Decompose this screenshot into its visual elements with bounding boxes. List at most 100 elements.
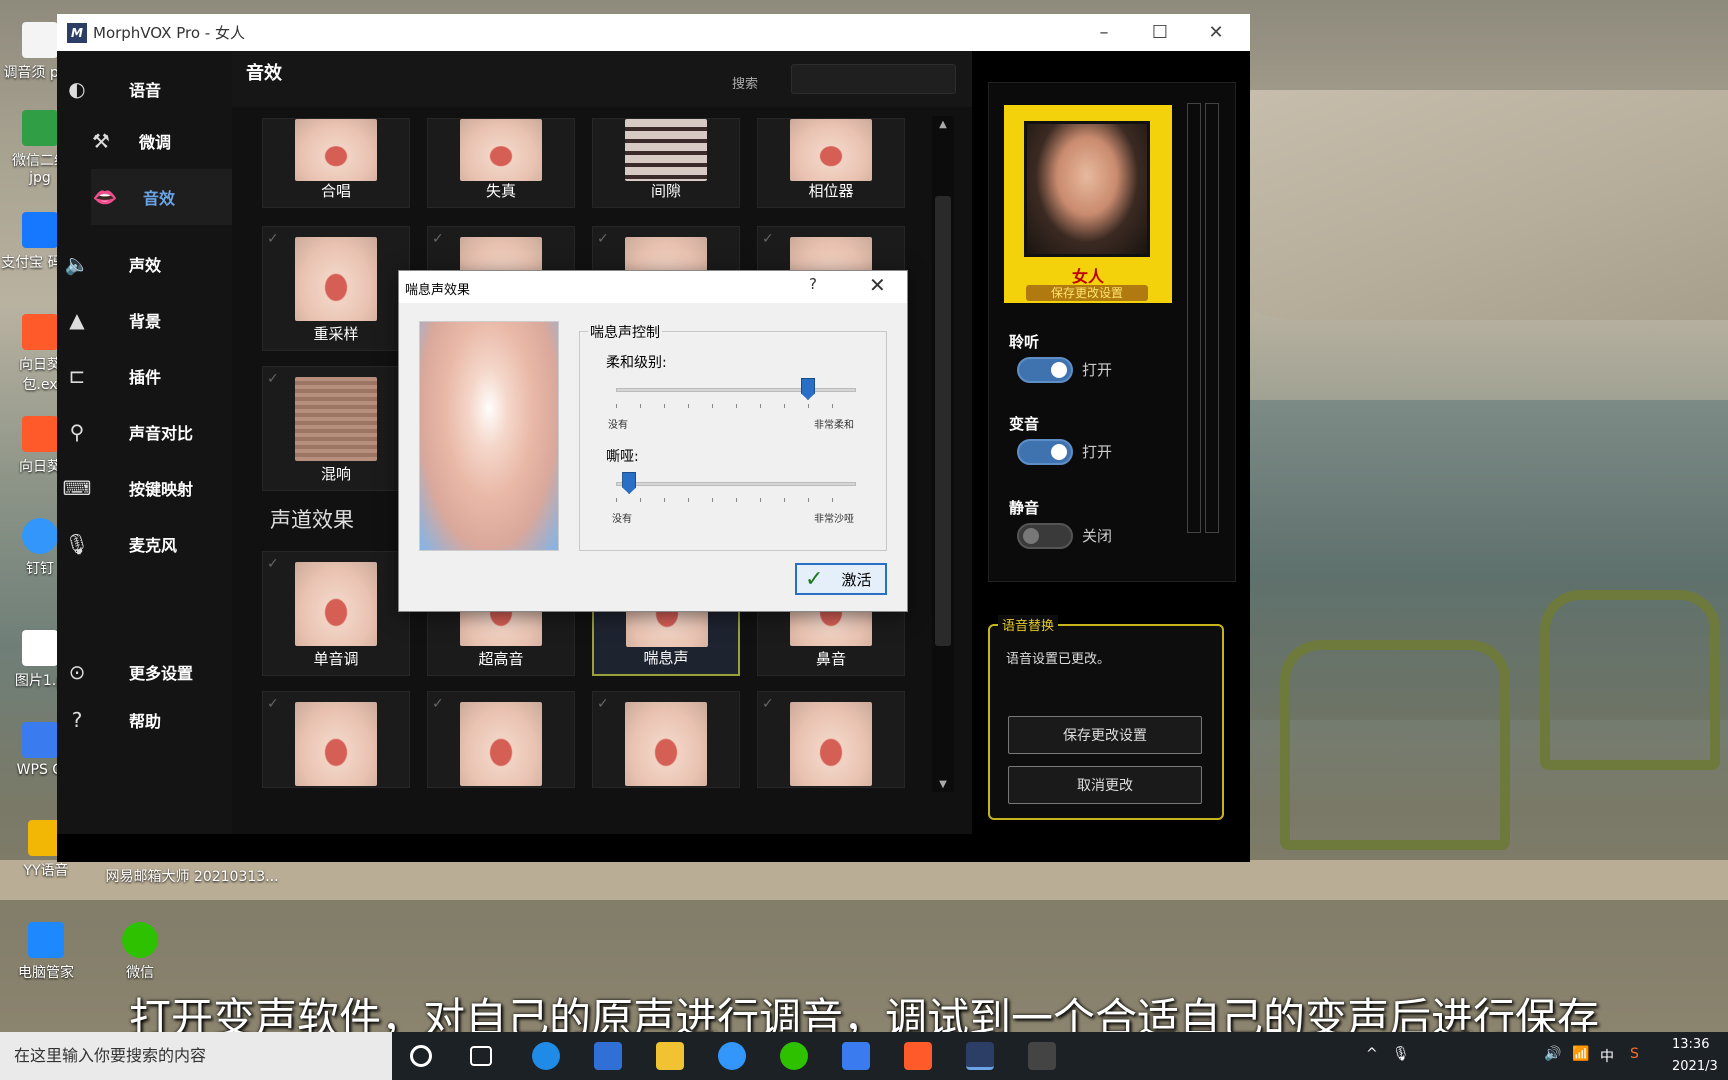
effect-tile-chorus[interactable]: 合唱 [262, 118, 410, 208]
effect-label: 混响 [320, 465, 351, 483]
minimize-button[interactable]: – [1076, 14, 1132, 51]
section-title: 声道效果 [270, 508, 354, 532]
activate-button[interactable]: ✓ 激活 [795, 563, 887, 595]
check-icon: ✓ [267, 231, 279, 247]
effect-tile[interactable]: ✓ [262, 691, 410, 788]
effect-tile-monotone[interactable]: ✓ 单音调 [262, 551, 410, 676]
slider-min-label: 没有 [612, 514, 632, 525]
effect-label: 超高音 [478, 650, 524, 668]
desktop-icon[interactable]: 微信 [100, 922, 180, 982]
pc-manager-icon [28, 922, 64, 958]
desktop-icon[interactable]: 电脑管家 [6, 922, 86, 982]
softness-slider-track[interactable] [616, 388, 856, 392]
camera-icon[interactable] [1028, 1042, 1056, 1070]
morph-toggle[interactable] [1017, 439, 1073, 465]
lips-thumbnail [625, 119, 707, 181]
save-changes-button[interactable]: 保存更改设置 [1008, 716, 1202, 754]
check-icon: ✓ [267, 556, 279, 572]
effect-tile-distortion[interactable]: 失真 [427, 118, 575, 208]
desktop-icon[interactable]: 网易邮箱大师 20210313... [92, 866, 292, 886]
title-bar[interactable]: M MorphVOX Pro - 女人 – ☐ ✕ [57, 14, 1250, 51]
wallpaper-chair [1540, 590, 1720, 770]
cancel-changes-button[interactable]: 取消更改 [1008, 766, 1202, 804]
app-icon[interactable] [594, 1042, 622, 1070]
voice-icon: ◐ [68, 77, 86, 101]
ime-indicator[interactable]: 中 [1600, 1046, 1614, 1066]
dingtalk-icon [22, 518, 58, 554]
morphvox-icon[interactable] [966, 1042, 994, 1070]
wechat-icon [122, 922, 158, 958]
search-input[interactable] [791, 64, 956, 94]
dialog-close-button[interactable]: ✕ [869, 273, 886, 297]
file-explorer-icon[interactable] [656, 1042, 684, 1070]
sogou-icon[interactable]: S [1630, 1046, 1639, 1062]
effect-preview-image [419, 321, 559, 551]
sidebar-item-help[interactable]: ? 帮助 [57, 692, 232, 748]
breathy-effect-dialog: 喘息声效果 ? ✕ 喘息声控制 柔和级别: 没有 非常柔和 嘶哑: 没有 非常沙… [398, 270, 908, 612]
sidebar-item-tweak[interactable]: ⚒ 微调 [57, 113, 232, 169]
hoarseness-slider-track[interactable] [616, 482, 856, 486]
scroll-down-icon[interactable]: ▼ [932, 776, 954, 792]
effect-tile-reverb[interactable]: ✓ 混响 [262, 366, 410, 491]
effect-tile-phaser[interactable]: 相位器 [757, 118, 905, 208]
effect-label: 间隙 [650, 182, 681, 200]
toggle-knob [1051, 362, 1067, 378]
wechat-icon[interactable] [780, 1042, 808, 1070]
scroll-thumb[interactable] [935, 196, 951, 646]
app-icon: M [67, 22, 87, 43]
effect-tile[interactable]: ✓ [427, 691, 575, 788]
activate-label: 激活 [841, 570, 872, 589]
qr-file-icon [22, 212, 58, 248]
sidebar-item-background[interactable]: ▲ 背景 [57, 292, 232, 348]
hoarseness-label: 嘶哑: [606, 449, 639, 465]
effect-label: 单音调 [313, 650, 359, 668]
clock-time: 13:36 [1672, 1037, 1710, 1052]
close-button[interactable]: ✕ [1188, 14, 1244, 51]
slider-max-label: 非常柔和 [814, 420, 854, 431]
effect-tile-resample[interactable]: ✓ 重采样 [262, 226, 410, 351]
tray-chevron-icon[interactable]: ^ [1366, 1046, 1378, 1062]
effect-tile[interactable]: ✓ [592, 691, 740, 788]
morph-state: 打开 [1082, 443, 1113, 461]
dingtalk-icon[interactable] [718, 1042, 746, 1070]
sunlogin-icon[interactable] [904, 1042, 932, 1070]
softness-slider-thumb[interactable] [801, 378, 815, 400]
task-view-icon[interactable] [470, 1046, 492, 1066]
sidebar-item-compare[interactable]: ⚲ 声音对比 [57, 404, 232, 460]
search-label: 搜索 [732, 77, 759, 92]
morph-label: 变音 [1009, 415, 1040, 433]
effect-label: 鼻音 [815, 650, 846, 668]
voice-avatar-card[interactable]: 女人 保存更改设置 [1004, 105, 1172, 303]
sidebar-item-microphone[interactable]: 🎙 麦克风 [57, 516, 232, 572]
sidebar-item-sound[interactable]: 🔈 声效 [57, 236, 232, 292]
sidebar-item-keymap[interactable]: ⌨ 按键映射 [57, 460, 232, 516]
wps-icon[interactable] [842, 1042, 870, 1070]
edge-icon[interactable] [532, 1042, 560, 1070]
network-icon[interactable]: 📶 [1572, 1046, 1589, 1062]
slider-ticks [616, 498, 856, 502]
check-icon: ✓ [762, 696, 774, 712]
avatar-save-button[interactable]: 保存更改设置 [1026, 285, 1148, 301]
cortana-icon[interactable] [410, 1045, 432, 1067]
hoarseness-slider-thumb[interactable] [622, 472, 637, 494]
mute-label: 静音 [1009, 499, 1040, 517]
effect-tile-gap[interactable]: 间隙 [592, 118, 740, 208]
volume-icon[interactable]: 🔊 [1544, 1046, 1561, 1062]
voice-replace-box: 语音替换 语音设置已更改。 保存更改设置 取消更改 [988, 615, 1224, 820]
maximize-button[interactable]: ☐ [1132, 14, 1188, 51]
voice-box-title: 语音替换 [998, 615, 1059, 634]
sidebar-item-effects[interactable]: 👄 音效 [91, 169, 232, 225]
scroll-up-icon[interactable]: ▲ [932, 116, 954, 132]
effects-scrollbar[interactable]: ▲ ▼ [932, 116, 954, 792]
clock[interactable]: 13:36 2021/3 [1672, 1034, 1718, 1078]
help-button[interactable]: ? [809, 275, 817, 293]
sidebar-item-plugins[interactable]: ⊏ 插件 [57, 348, 232, 404]
image-file-icon [22, 110, 58, 146]
effect-tile[interactable]: ✓ [757, 691, 905, 788]
sidebar-item-voice[interactable]: ◐ 语音 [57, 61, 232, 117]
microphone-icon[interactable]: 🎙 [1392, 1046, 1410, 1062]
taskbar-search-input[interactable]: 在这里输入你要搜索的内容 [0, 1032, 392, 1080]
dialog-title-bar[interactable]: 喘息声效果 ? ✕ [399, 271, 907, 303]
mute-toggle[interactable] [1017, 523, 1073, 549]
listen-toggle[interactable] [1017, 357, 1073, 383]
